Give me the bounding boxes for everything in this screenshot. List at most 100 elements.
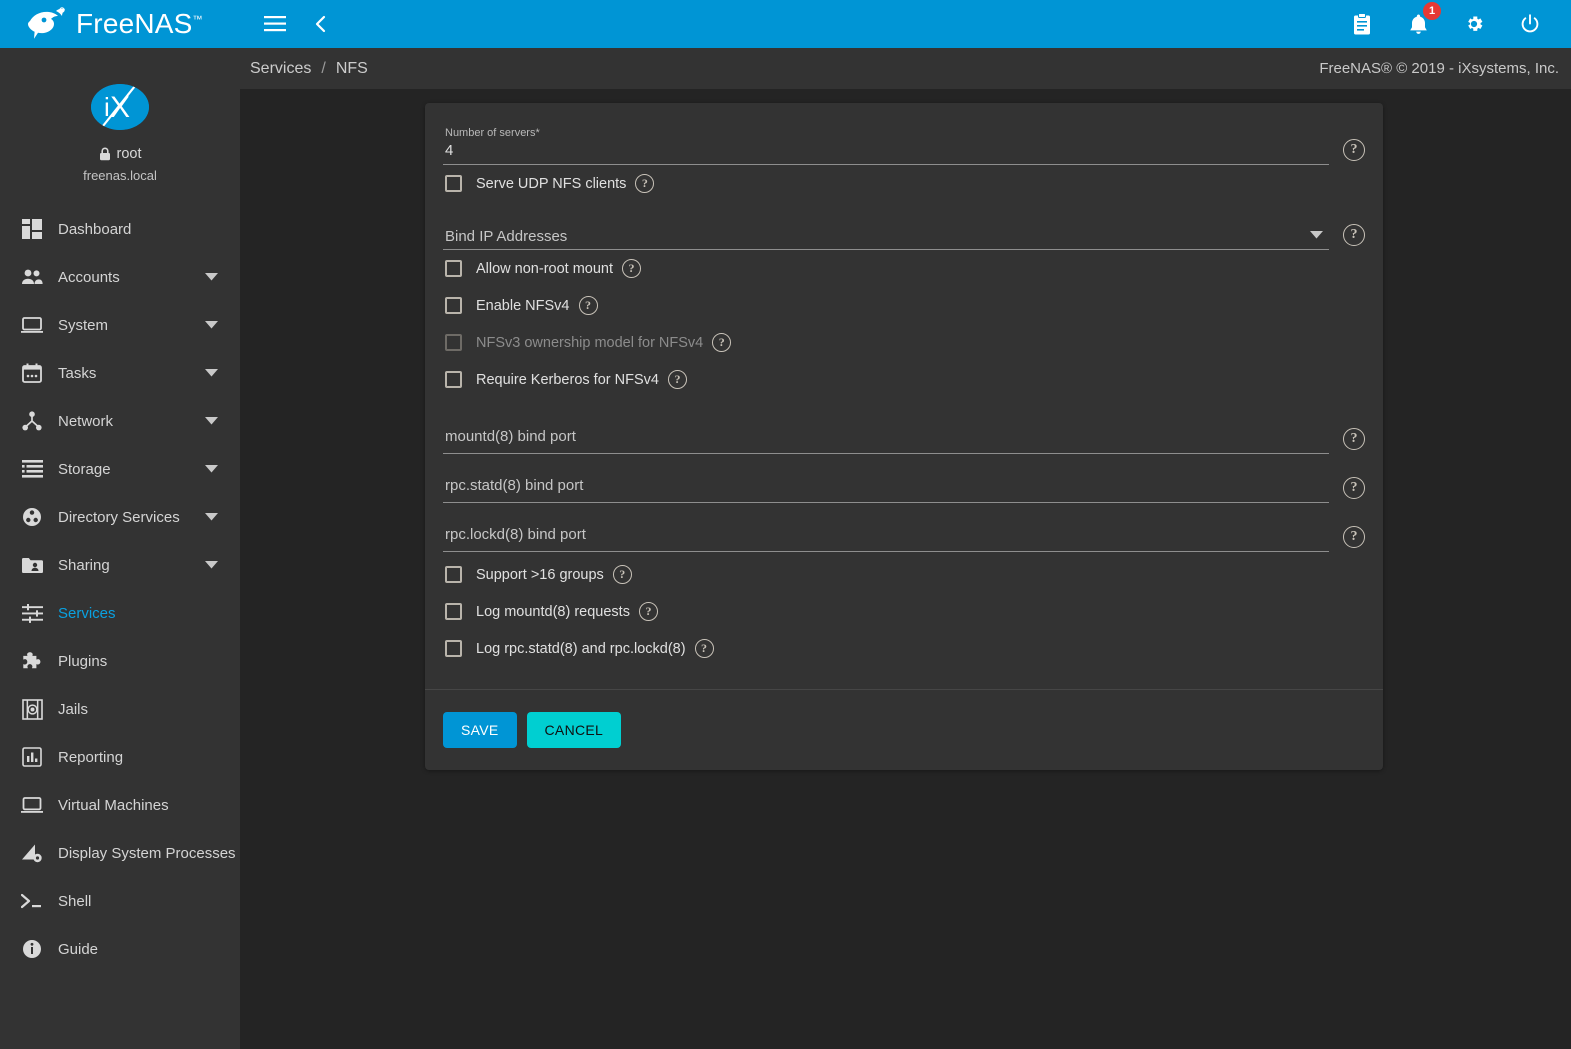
help-icon[interactable]: ? (1343, 477, 1365, 499)
sidebar-item-sharing[interactable]: Sharing (0, 541, 240, 589)
accounts-people-icon (14, 268, 50, 286)
sidebar-item-virtual-machines[interactable]: Virtual Machines (0, 781, 240, 829)
sidebar-item-dashboard[interactable]: Dashboard (0, 205, 240, 253)
number-of-servers-value: 4 (445, 142, 454, 159)
log-mountd-requests-label: Log mountd(8) requests (476, 603, 630, 620)
chevron-down-icon[interactable] (205, 465, 218, 473)
chevron-down-icon[interactable] (205, 321, 218, 329)
sidebar-item-directory-services[interactable]: Directory Services (0, 493, 240, 541)
help-icon[interactable]: ? (712, 333, 732, 352)
nfsv3-ownership-model-row: NFSv3 ownership model for NFSv4 ? (443, 324, 1365, 361)
notifications-bell-icon[interactable]: 1 (1403, 2, 1441, 39)
enable-nfsv4-checkbox[interactable] (445, 297, 462, 314)
allow-non-root-mount-label: Allow non-root mount (476, 260, 614, 277)
power-icon[interactable] (1515, 9, 1545, 39)
sidebar-item-guide[interactable]: Guide (0, 925, 240, 973)
sidebar-item-label: Reporting (58, 748, 124, 766)
sidebar-item-services[interactable]: Services (0, 589, 240, 637)
support-16-groups-label: Support >16 groups (476, 566, 604, 583)
help-icon[interactable]: ? (638, 602, 658, 621)
gear-icon[interactable] (1459, 9, 1489, 39)
support-16-groups-row: Support >16 groups ? (443, 556, 1365, 593)
help-icon[interactable]: ? (578, 296, 598, 315)
lockd-bind-port-placeholder: rpc.lockd(8) bind port (445, 526, 586, 543)
sidebar-item-system[interactable]: System (0, 301, 240, 349)
nfsv3-ownership-model-checkbox (445, 334, 462, 351)
sidebar-item-label: Services (58, 604, 116, 622)
log-mountd-requests-checkbox[interactable] (445, 603, 462, 620)
log-statd-lockd-checkbox[interactable] (445, 640, 462, 657)
help-icon[interactable]: ? (667, 370, 687, 389)
chevron-down-icon[interactable] (205, 273, 218, 281)
sidebar-item-label: Plugins (58, 652, 108, 670)
statd-bind-port-placeholder: rpc.statd(8) bind port (445, 477, 584, 494)
sidebar-item-accounts[interactable]: Accounts (0, 253, 240, 301)
hamburger-icon[interactable] (260, 9, 290, 39)
help-icon[interactable]: ? (1343, 526, 1365, 548)
lockd-bind-port-input[interactable]: rpc.lockd(8) bind port (443, 512, 1329, 552)
clipboard-icon[interactable] (1347, 9, 1377, 39)
sidebar-item-label: Shell (58, 892, 92, 910)
chevron-left-icon[interactable] (306, 9, 336, 39)
help-icon[interactable]: ? (1343, 428, 1365, 450)
sidebar: i X root freenas.local Dashboard Account… (0, 48, 240, 1049)
sidebar-item-tasks[interactable]: Tasks (0, 349, 240, 397)
cancel-button[interactable]: CANCEL (526, 712, 622, 748)
allow-non-root-mount-row: Allow non-root mount ? (443, 250, 1365, 287)
chevron-down-icon[interactable] (205, 561, 218, 569)
info-circle-icon (14, 939, 50, 959)
support-16-groups-checkbox[interactable] (445, 566, 462, 583)
brand-name: FreeNAS™ (76, 8, 203, 39)
mountd-bind-port-input[interactable]: mountd(8) bind port (443, 414, 1329, 454)
allow-non-root-mount-checkbox[interactable] (445, 260, 462, 277)
sidebar-item-network[interactable]: Network (0, 397, 240, 445)
chevron-down-icon[interactable] (205, 369, 218, 377)
chevron-down-icon[interactable] (205, 417, 218, 425)
calendar-tasks-icon (14, 363, 50, 383)
help-icon[interactable]: ? (694, 639, 714, 658)
brand-logo[interactable]: FreeNAS™ (0, 0, 240, 48)
sidebar-item-label: Network (58, 412, 114, 430)
jails-icon (14, 698, 50, 720)
help-icon[interactable]: ? (635, 174, 655, 193)
sidebar-item-label: Directory Services (58, 508, 180, 526)
breadcrumb-parent[interactable]: Services (250, 60, 311, 78)
directory-services-icon (14, 507, 50, 527)
network-node-icon (14, 411, 50, 431)
require-kerberos-label: Require Kerberos for NFSv4 (476, 371, 659, 388)
help-icon[interactable]: ? (622, 259, 642, 278)
content-area: Number of servers* 4 ? Serve UDP NFS cli… (240, 89, 1571, 1049)
save-button[interactable]: SAVE (443, 712, 517, 748)
number-of-servers-input[interactable]: Number of servers* 4 (443, 125, 1329, 165)
number-of-servers-label: Number of servers* (445, 127, 540, 139)
serve-udp-nfs-clients-checkbox[interactable] (445, 175, 462, 192)
bind-ip-addresses-select[interactable]: Bind IP Addresses (443, 210, 1329, 250)
sidebar-item-shell[interactable]: Shell (0, 877, 240, 925)
virtual-machines-icon (14, 796, 50, 814)
copyright-text: FreeNAS® © 2019 - iXsystems, Inc. (1319, 60, 1559, 77)
sidebar-item-label: System (58, 316, 109, 334)
chevron-down-icon[interactable] (205, 513, 218, 521)
sidebar-item-label: Storage (58, 460, 111, 478)
help-icon[interactable]: ? (1343, 224, 1365, 246)
sidebar-item-reporting[interactable]: Reporting (0, 733, 240, 781)
statd-bind-port-row: rpc.statd(8) bind port ? (443, 454, 1365, 503)
statd-bind-port-input[interactable]: rpc.statd(8) bind port (443, 463, 1329, 503)
sidebar-item-storage[interactable]: Storage (0, 445, 240, 493)
lock-icon (99, 147, 111, 161)
help-icon[interactable]: ? (1343, 139, 1365, 161)
sidebar-item-display-system-processes[interactable]: Display System Processes (0, 829, 240, 877)
sidebar-item-label: Tasks (58, 364, 97, 382)
chevron-down-icon[interactable] (1310, 231, 1323, 239)
breadcrumb-bar: Services / NFS FreeNAS® © 2019 - iXsyste… (240, 48, 1571, 89)
sidebar-item-plugins[interactable]: Plugins (0, 637, 240, 685)
sidebar-item-label: Display System Processes (58, 844, 236, 862)
required-marker: * (535, 127, 540, 139)
require-kerberos-checkbox[interactable] (445, 371, 462, 388)
sidebar-item-jails[interactable]: Jails (0, 685, 240, 733)
form-actions: SAVE CANCEL (425, 690, 1383, 770)
storage-list-icon (14, 460, 50, 478)
help-icon[interactable]: ? (612, 565, 632, 584)
sidebar-nav: Dashboard Accounts System Tasks Network … (0, 205, 240, 973)
number-of-servers-row: Number of servers* 4 ? (443, 117, 1365, 165)
